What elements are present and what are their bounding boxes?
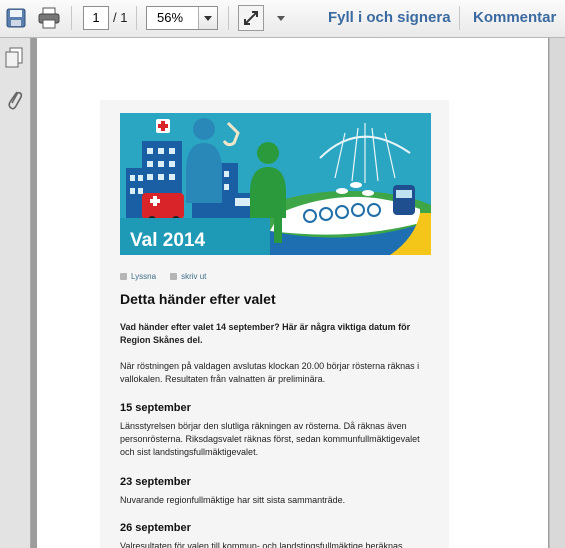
zoom-select[interactable]: 56%: [146, 6, 218, 30]
listen-link[interactable]: Lyssna: [131, 272, 156, 281]
speaker-icon: [120, 272, 127, 280]
comment-button[interactable]: Kommentar: [473, 9, 556, 26]
document-viewer[interactable]: Val 2014 Lyssna skriv ut Detta händer ef…: [31, 38, 565, 548]
article-title: Detta händer efter valet: [120, 291, 276, 307]
section-text: Nuvarande regionfullmäktige har sitt sis…: [120, 495, 346, 505]
toolbar: 1 / 1 56% Fyll i och signera Kommentar: [0, 0, 565, 38]
pdf-page: Val 2014 Lyssna skriv ut Detta händer ef…: [37, 38, 548, 548]
article-tools: Lyssna skriv ut: [120, 270, 206, 282]
banner-text: Val 2014: [130, 230, 205, 251]
printer-icon: [170, 272, 178, 280]
election-banner-image: Val 2014: [120, 113, 431, 255]
section-text: Länsstyrelsen börjar den slutliga räknin…: [120, 421, 420, 457]
save-icon[interactable]: [3, 5, 29, 31]
print-link[interactable]: skriv ut: [181, 272, 206, 281]
section-date: 26 september: [120, 522, 191, 534]
more-options-icon[interactable]: [274, 5, 288, 31]
page-number-input[interactable]: 1: [83, 6, 109, 30]
section-text: Valresultaten för valen till kommun- och…: [120, 541, 403, 548]
pages-icon[interactable]: [4, 47, 24, 74]
article-intro: Vad händer efter valet 14 september? Här…: [120, 322, 411, 345]
section-date: 15 september: [120, 402, 191, 414]
fullscreen-icon[interactable]: [238, 5, 264, 31]
attachment-icon[interactable]: [5, 88, 23, 117]
zoom-value: 56%: [157, 10, 184, 25]
page-total: / 1: [113, 10, 128, 25]
article-paragraph: När röstningen på valdagen avslutas kloc…: [120, 361, 420, 384]
print-icon[interactable]: [36, 5, 62, 31]
chevron-down-icon[interactable]: [198, 7, 217, 29]
navigation-pane: [0, 38, 31, 548]
vertical-scrollbar[interactable]: [549, 38, 565, 548]
fill-sign-button[interactable]: Fyll i och signera: [328, 9, 451, 26]
article: Val 2014 Lyssna skriv ut Detta händer ef…: [100, 100, 449, 548]
section-date: 23 september: [120, 476, 191, 488]
